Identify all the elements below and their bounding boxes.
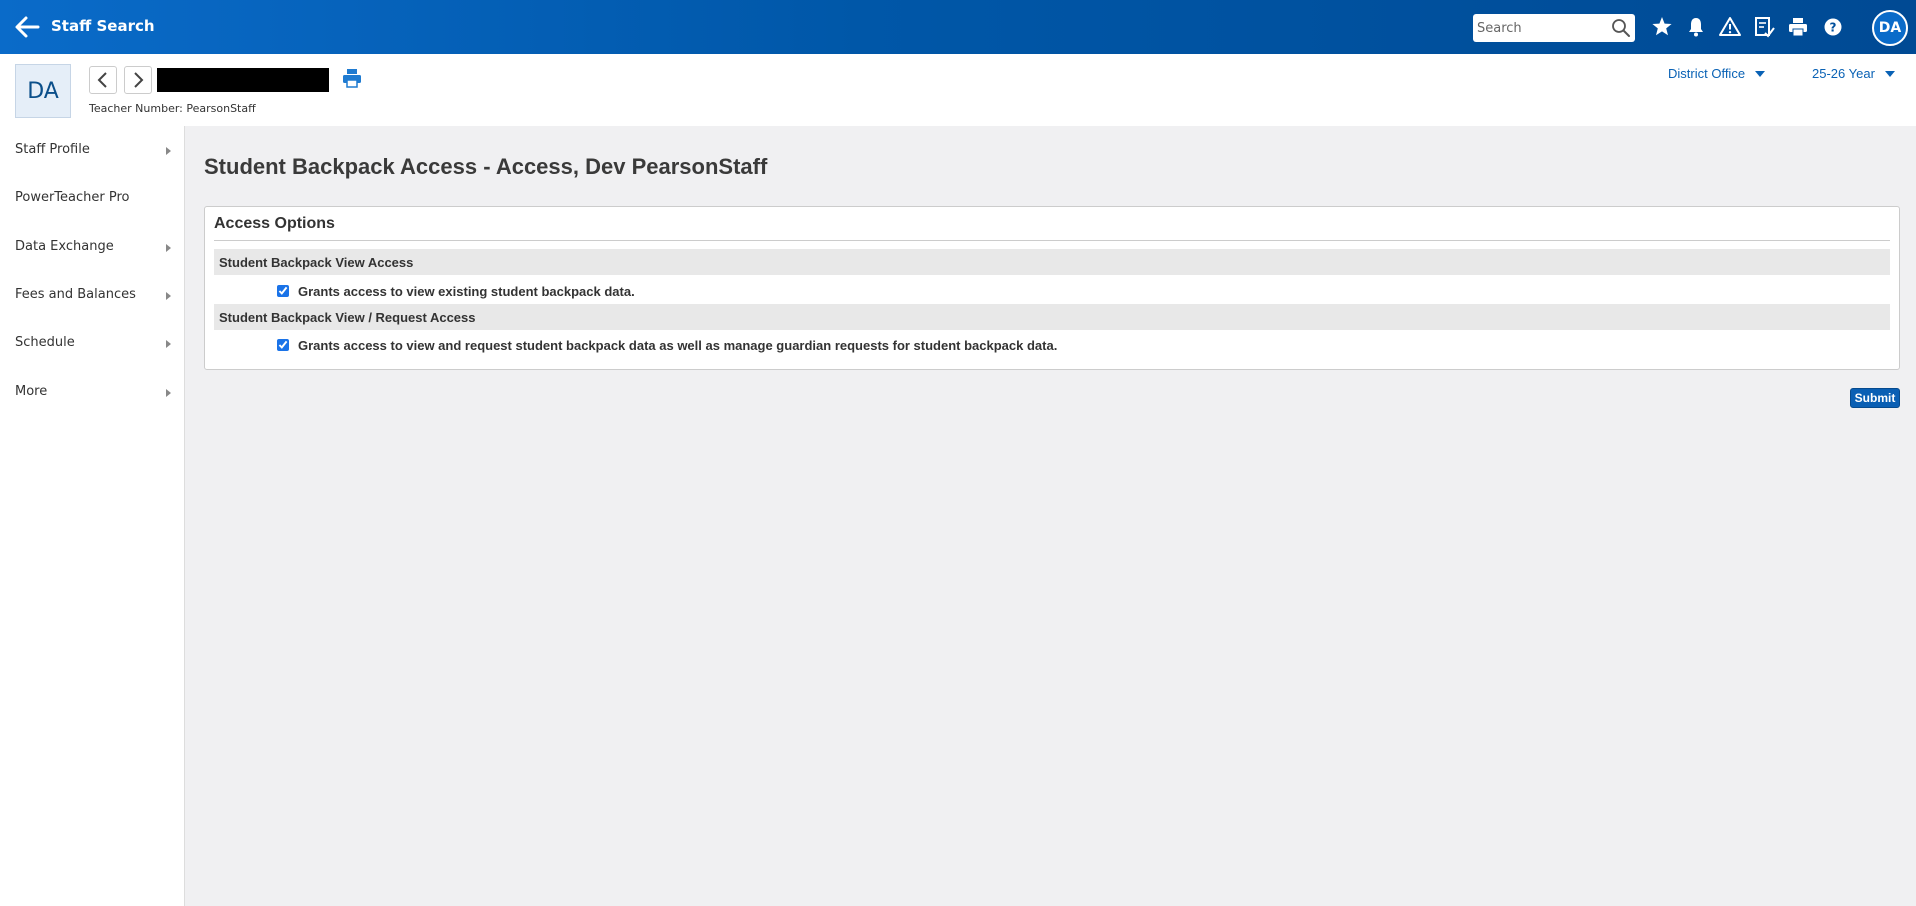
option-view-access: Grants access to view existing student b… <box>277 281 635 301</box>
term-selector[interactable]: 25-26 Year <box>1812 66 1895 81</box>
sidebar-item-schedule[interactable]: Schedule <box>15 331 175 355</box>
section-heading: Student Backpack View Access <box>219 255 414 270</box>
user-avatar[interactable]: DA <box>1872 10 1908 46</box>
sidebar-item-data-exchange[interactable]: Data Exchange <box>15 235 175 259</box>
school-selector[interactable]: District Office <box>1668 66 1766 81</box>
top-navigation-bar: Staff Search ? DA <box>0 0 1916 54</box>
submenu-arrow-icon <box>166 340 171 348</box>
print-icon[interactable] <box>1785 14 1811 40</box>
svg-text:?: ? <box>1830 21 1837 35</box>
submit-button[interactable]: Submit <box>1850 388 1900 408</box>
chevron-left-icon <box>97 72 107 88</box>
sidebar-item-staff-profile[interactable]: Staff Profile <box>15 138 175 162</box>
option-view-request-access: Grants access to view and request studen… <box>277 335 1057 355</box>
staff-header: DA Teacher Number: PearsonStaff District… <box>0 54 1916 126</box>
next-staff-button[interactable] <box>124 66 152 94</box>
sidebar-item-powerteacher-pro[interactable]: PowerTeacher Pro <box>15 186 175 210</box>
sidebar-item-label: More <box>15 384 48 399</box>
redacted-staff-name <box>157 68 329 92</box>
term-selector-label: 25-26 Year <box>1812 66 1875 81</box>
sidebar-item-fees-and-balances[interactable]: Fees and Balances <box>15 283 175 307</box>
page-title: Student Backpack Access - Access, Dev Pe… <box>204 154 768 179</box>
search-input[interactable] <box>1477 18 1607 38</box>
staff-search-title[interactable]: Staff Search <box>51 17 155 35</box>
sidebar-item-more[interactable]: More <box>15 380 175 404</box>
teacher-number: Teacher Number: PearsonStaff <box>89 102 256 115</box>
staff-avatar: DA <box>15 64 71 118</box>
sidebar-item-label: Fees and Balances <box>15 287 136 302</box>
section-header-view-access: Student Backpack View Access <box>214 249 1890 275</box>
submenu-arrow-icon <box>166 244 171 252</box>
print-icon[interactable] <box>341 67 363 89</box>
submenu-arrow-icon <box>166 147 171 155</box>
caret-down-icon <box>1755 70 1766 77</box>
caret-down-icon <box>1884 70 1895 77</box>
sidebar-item-label: Data Exchange <box>15 239 114 254</box>
checklist-icon[interactable] <box>1751 14 1777 40</box>
search-box <box>1473 14 1635 42</box>
chevron-right-icon <box>134 72 144 88</box>
sidebar: Staff Profile PowerTeacher Pro Data Exch… <box>0 126 185 906</box>
help-icon[interactable]: ? <box>1820 14 1846 40</box>
panel-title: Access Options <box>214 215 335 232</box>
view-access-checkbox[interactable] <box>277 285 289 297</box>
divider <box>214 240 1890 241</box>
sidebar-item-label: Staff Profile <box>15 142 90 157</box>
warning-icon[interactable] <box>1717 14 1743 40</box>
previous-staff-button[interactable] <box>89 66 117 94</box>
section-heading: Student Backpack View / Request Access <box>219 310 476 325</box>
back-arrow-icon[interactable] <box>12 13 44 41</box>
bell-icon[interactable] <box>1683 14 1709 40</box>
search-icon[interactable] <box>1611 18 1631 38</box>
view-request-access-checkbox[interactable] <box>277 339 289 351</box>
submenu-arrow-icon <box>166 389 171 397</box>
sidebar-item-label: PowerTeacher Pro <box>15 190 130 205</box>
option-label: Grants access to view existing student b… <box>298 283 635 299</box>
section-header-view-request-access: Student Backpack View / Request Access <box>214 304 1890 330</box>
option-label: Grants access to view and request studen… <box>298 337 1058 353</box>
star-icon[interactable] <box>1649 14 1675 40</box>
sidebar-item-label: Schedule <box>15 335 75 350</box>
submenu-arrow-icon <box>166 292 171 300</box>
school-selector-label: District Office <box>1668 66 1746 81</box>
access-options-panel: Access Options Student Backpack View Acc… <box>204 206 1900 370</box>
